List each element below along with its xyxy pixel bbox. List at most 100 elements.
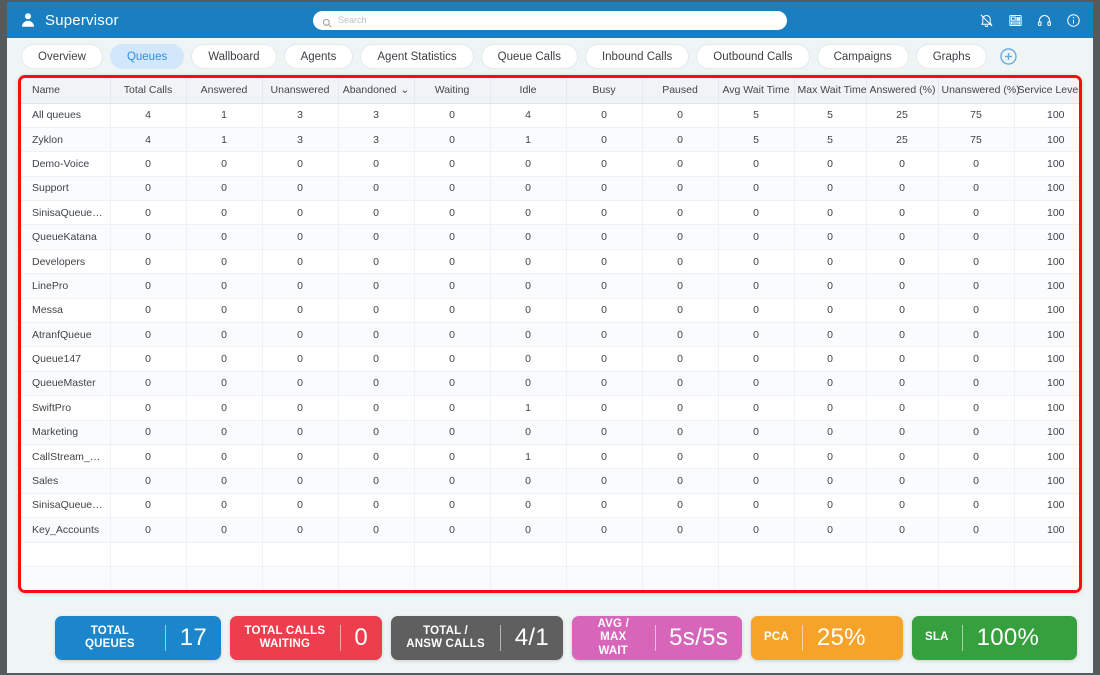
search-box[interactable]: [313, 10, 787, 30]
tab-agent-statistics[interactable]: Agent Statistics: [360, 44, 474, 69]
table-cell: 100: [1014, 151, 1079, 177]
table-row[interactable]: Support 0 0 0 0 0 0 0 0 0 0 0 0 100: [21, 176, 1079, 202]
column-header-answered[interactable]: Answered (%): [866, 78, 939, 104]
queue-name-cell: Queue147: [21, 346, 111, 372]
search-input[interactable]: [338, 15, 778, 25]
stat-card-sla[interactable]: SLA 100%: [912, 616, 1077, 660]
table-cell: 0: [186, 176, 263, 202]
column-header-max-wait-time[interactable]: Max Wait Time: [794, 78, 867, 104]
table-cell: 0: [186, 371, 263, 397]
table-cell: 0: [866, 371, 939, 397]
bell-mute-icon[interactable]: [979, 13, 994, 28]
tab-campaigns[interactable]: Campaigns: [816, 44, 909, 69]
table-cell: 0: [866, 420, 939, 445]
table-cell: 0: [338, 517, 415, 543]
table-cell: 0: [490, 151, 567, 177]
column-header-name[interactable]: Name: [21, 78, 111, 104]
tab-outbound-calls[interactable]: Outbound Calls: [696, 44, 810, 69]
column-header-abandoned[interactable]: Abandoned ⌄: [338, 78, 415, 104]
table-cell: 0: [642, 200, 719, 226]
column-header-unanswered[interactable]: Unanswered: [262, 78, 339, 104]
tab-queues[interactable]: Queues: [109, 44, 185, 69]
tab-overview[interactable]: Overview: [21, 44, 103, 69]
table-cell: 4: [110, 103, 187, 128]
table-cell: 0: [718, 273, 795, 299]
table-row[interactable]: Developers 0 0 0 0 0 0 0 0 0 0 0 0 100: [21, 249, 1079, 275]
table-cell: 0: [110, 420, 187, 445]
tab-queue-calls[interactable]: Queue Calls: [480, 44, 578, 69]
table-row[interactable]: Messa 0 0 0 0 0 0 0 0 0 0 0 0 100: [21, 298, 1079, 324]
table-row[interactable]: SinisaQueue_… 0 0 0 0 0 0 0 0 0 0 0 0 100: [21, 493, 1079, 519]
add-tab-button[interactable]: [999, 47, 1018, 66]
tab-agents[interactable]: Agents: [283, 44, 354, 69]
table-row[interactable]: Zyklon 4 1 3 3 0 1 0 0 5 5 25 75 100: [21, 127, 1079, 153]
info-circle-icon[interactable]: [1066, 13, 1081, 28]
table-cell: 0: [718, 200, 795, 226]
tab-wallboard[interactable]: Wallboard: [191, 44, 277, 69]
table-cell: [1014, 542, 1079, 567]
table-cell: [794, 566, 867, 590]
column-header-answered[interactable]: Answered: [186, 78, 263, 104]
stat-card-avg-max-wait[interactable]: AVG / MAX WAIT 5s/5s: [572, 616, 742, 660]
table-cell: 0: [866, 444, 939, 470]
table-row[interactable]: QueueMaster 0 0 0 0 0 0 0 0 0 0 0 0 100: [21, 371, 1079, 397]
stat-card-total-calls-waiting[interactable]: TOTAL CALLS WAITING 0: [230, 616, 382, 660]
table-cell: 0: [938, 468, 1015, 494]
table-cell: 0: [186, 493, 263, 519]
table-row[interactable]: Sales 0 0 0 0 0 0 0 0 0 0 0 0 100: [21, 468, 1079, 494]
table-row[interactable]: LinePro 0 0 0 0 0 0 0 0 0 0 0 0 100: [21, 273, 1079, 299]
table-cell: 0: [186, 322, 263, 348]
table-row[interactable]: [21, 542, 1079, 567]
table-cell: 0: [110, 298, 187, 324]
table-cell: 0: [642, 224, 719, 250]
table-cell: 0: [490, 420, 567, 445]
table-row[interactable]: All queues 4 1 3 3 0 4 0 0 5 5 25 75 100: [21, 103, 1079, 128]
table-cell: 0: [866, 517, 939, 543]
table-cell: 0: [110, 517, 187, 543]
column-header-busy[interactable]: Busy: [566, 78, 643, 104]
stat-card-total-answered-calls[interactable]: TOTAL / ANSW CALLS 4/1: [391, 616, 563, 660]
queue-name-cell: [21, 566, 111, 590]
column-header-service-level[interactable]: Service Level (%): [1014, 78, 1079, 104]
column-header-avg-wait-time[interactable]: Avg Wait Time: [718, 78, 795, 104]
desk-phone-icon[interactable]: [1008, 13, 1023, 28]
table-row[interactable]: Key_Accounts 0 0 0 0 0 0 0 0 0 0 0 0 100: [21, 517, 1079, 543]
table-cell: 0: [566, 103, 643, 128]
table-cell: 0: [338, 176, 415, 202]
table-cell: 0: [794, 151, 867, 177]
table-cell: 0: [414, 395, 491, 421]
table-row[interactable]: AtranfQueue 0 0 0 0 0 0 0 0 0 0 0 0 100: [21, 322, 1079, 348]
table-cell: 0: [642, 420, 719, 445]
table-cell: 0: [718, 371, 795, 397]
table-cell: 0: [938, 273, 1015, 299]
column-header-total-calls[interactable]: Total Calls: [110, 78, 187, 104]
column-header-paused[interactable]: Paused: [642, 78, 719, 104]
table-cell: 0: [186, 517, 263, 543]
table-cell: 100: [1014, 444, 1079, 470]
column-header-waiting[interactable]: Waiting: [414, 78, 491, 104]
table-cell: 0: [866, 224, 939, 250]
table-cell: 0: [338, 224, 415, 250]
headset-icon[interactable]: [1037, 13, 1052, 28]
table-cell: 0: [718, 468, 795, 494]
table-row[interactable]: QueueKatana 0 0 0 0 0 0 0 0 0 0 0 0 100: [21, 224, 1079, 250]
table-cell: 100: [1014, 420, 1079, 445]
stat-card-pca[interactable]: PCA 25%: [751, 616, 903, 660]
table-row[interactable]: [21, 566, 1079, 590]
table-row[interactable]: SinisaQueue_… 0 0 0 0 0 0 0 0 0 0 0 0 100: [21, 200, 1079, 226]
table-row[interactable]: CallStream_Q… 0 0 0 0 0 1 0 0 0 0 0 0 100: [21, 444, 1079, 470]
stat-value-avg-max-wait: 5s/5s: [669, 624, 728, 651]
table-row[interactable]: Demo-Voice 0 0 0 0 0 0 0 0 0 0 0 0 100: [21, 151, 1079, 177]
table-cell: 0: [186, 395, 263, 421]
table-cell: 0: [414, 127, 491, 153]
stat-card-total-queues[interactable]: TOTAL QUEUES 17: [55, 616, 221, 660]
tab-graphs[interactable]: Graphs: [915, 44, 988, 69]
column-header-idle[interactable]: Idle: [490, 78, 567, 104]
table-cell: 0: [110, 444, 187, 470]
column-header-unanswered[interactable]: Unanswered (%): [938, 78, 1020, 104]
table-cell: 0: [866, 249, 939, 275]
tab-inbound-calls[interactable]: Inbound Calls: [584, 44, 690, 69]
table-row[interactable]: Queue147 0 0 0 0 0 0 0 0 0 0 0 0 100: [21, 346, 1079, 372]
table-row[interactable]: Marketing 0 0 0 0 0 0 0 0 0 0 0 0 100: [21, 420, 1079, 445]
table-row[interactable]: SwiftPro 0 0 0 0 0 1 0 0 0 0 0 0 100: [21, 395, 1079, 421]
